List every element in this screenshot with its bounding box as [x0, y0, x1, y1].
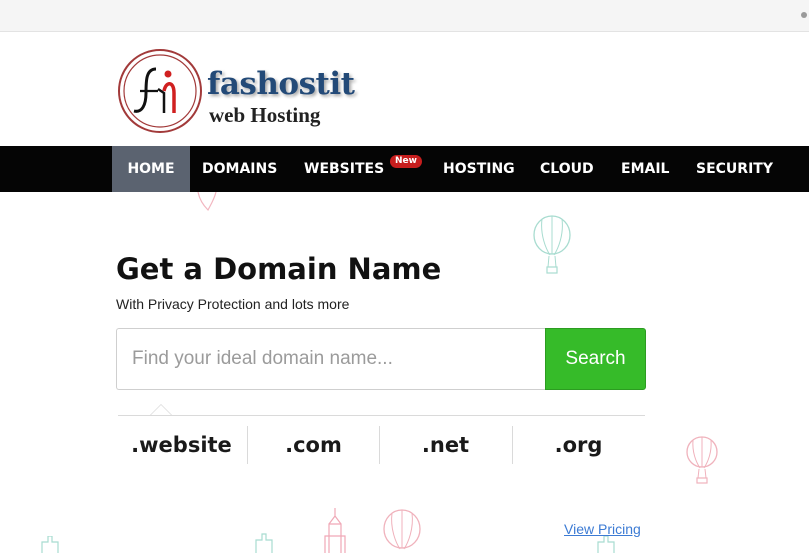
logo-brand-text: fashostit — [207, 66, 355, 102]
main-navigation: HOME DOMAINS WEBSITES New HOSTING CLOUD … — [0, 146, 809, 192]
hot-air-balloon-icon — [686, 436, 718, 484]
nav-item-cloud[interactable]: CLOUD — [540, 146, 594, 192]
page-subtitle: With Privacy Protection and lots more — [116, 296, 350, 312]
nav-item-home[interactable]: HOME — [112, 146, 190, 192]
nav-item-hosting[interactable]: HOSTING — [443, 146, 515, 192]
nav-item-websites-label: WEBSITES — [304, 161, 385, 177]
nav-item-websites[interactable]: WEBSITES New — [304, 146, 424, 192]
hot-air-balloon-icon — [533, 215, 571, 274]
logo-tagline: web Hosting — [209, 103, 321, 127]
nav-item-domains[interactable]: DOMAINS — [202, 146, 277, 192]
nav-item-email[interactable]: EMAIL — [621, 146, 669, 192]
domain-search-input[interactable] — [116, 328, 546, 390]
building-icon — [324, 508, 346, 553]
tld-website[interactable]: .website — [115, 425, 248, 465]
building-icon — [597, 536, 615, 553]
nav-item-security[interactable]: SECURITY — [696, 146, 773, 192]
building-icon — [255, 533, 273, 553]
balloon-fragment-icon — [197, 192, 217, 212]
scroll-indicator-icon — [801, 12, 807, 18]
view-pricing-link[interactable]: View Pricing — [564, 521, 641, 537]
tld-com[interactable]: .com — [247, 425, 380, 465]
page-title: Get a Domain Name — [116, 252, 442, 286]
tld-net[interactable]: .net — [379, 425, 512, 465]
tld-divider — [118, 415, 645, 416]
new-badge: New — [390, 155, 422, 168]
fh-monogram-logo-icon — [118, 49, 202, 133]
search-button[interactable]: Search — [545, 328, 646, 390]
building-icon — [41, 536, 59, 553]
site-logo[interactable]: fashostit web Hosting — [116, 47, 366, 135]
browser-top-strip — [0, 0, 809, 32]
tld-pointer — [150, 404, 172, 415]
tld-org[interactable]: .org — [512, 425, 645, 465]
hot-air-balloon-icon — [383, 509, 421, 550]
